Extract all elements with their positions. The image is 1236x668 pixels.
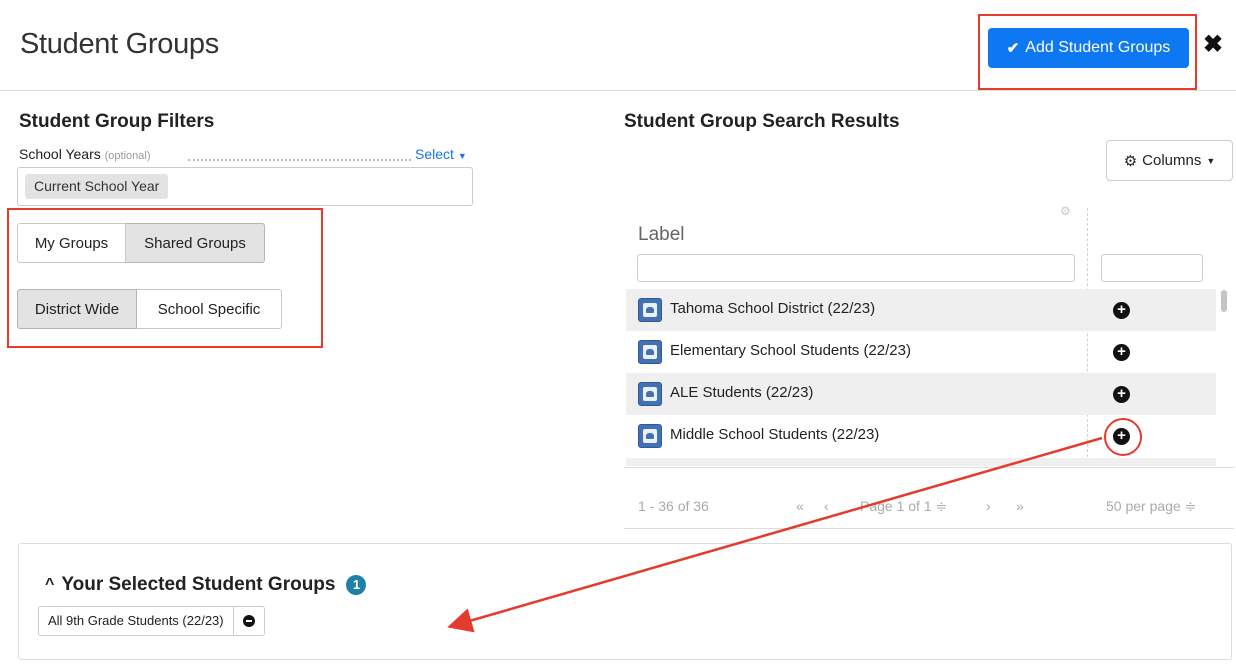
next-page-icon[interactable]: › bbox=[986, 498, 991, 514]
pager-divider bbox=[624, 467, 1234, 468]
remove-group-button[interactable] bbox=[232, 607, 264, 635]
chevron-up-icon: ^ bbox=[45, 576, 55, 593]
scrollbar-thumb[interactable] bbox=[1221, 290, 1227, 312]
page-select[interactable]: Page 1 of 1 ≑ bbox=[860, 498, 947, 515]
result-label: Tahoma School District (22/23) bbox=[670, 300, 876, 317]
selected-groups-heading[interactable]: ^ Your Selected Student Groups 1 bbox=[45, 574, 367, 596]
result-label: Elementary School Students (22/23) bbox=[670, 342, 911, 359]
last-page-icon[interactable]: » bbox=[1016, 498, 1024, 514]
close-icon[interactable]: ✖ bbox=[1203, 33, 1223, 57]
result-label: Middle School Students (22/23) bbox=[670, 426, 880, 443]
caret-down-icon: ▼ bbox=[1206, 155, 1216, 166]
add-circle-icon[interactable]: + bbox=[1113, 344, 1130, 361]
page-title: Student Groups bbox=[20, 28, 219, 60]
partial-row bbox=[626, 458, 1216, 466]
school-years-label: School Years (optional) bbox=[19, 146, 150, 162]
dotted-leader bbox=[188, 159, 411, 161]
header-divider bbox=[0, 90, 1236, 91]
selected-count-badge: 1 bbox=[346, 575, 367, 595]
previous-page-icon[interactable]: ‹ bbox=[824, 498, 829, 514]
first-page-icon[interactable]: « bbox=[796, 498, 804, 514]
selected-groups-panel bbox=[18, 543, 1232, 660]
group-icon bbox=[638, 298, 662, 322]
add-circle-icon[interactable]: + bbox=[1113, 386, 1130, 403]
minus-circle-icon bbox=[242, 615, 255, 627]
columns-button[interactable]: ⚙ Columns ▼ bbox=[1106, 140, 1233, 181]
filters-heading: Student Group Filters bbox=[19, 111, 215, 132]
caret-down-icon: ▼ bbox=[457, 151, 467, 161]
group-icon bbox=[638, 424, 662, 448]
result-row: ALE Students (22/23) + bbox=[626, 373, 1216, 415]
label-filter-input[interactable] bbox=[637, 254, 1075, 282]
add-circle-icon[interactable]: + bbox=[1113, 302, 1130, 319]
selected-groups-title: Your Selected Student Groups bbox=[61, 574, 336, 595]
selected-group-chip: All 9th Grade Students (22/23) bbox=[38, 606, 265, 636]
select-years-label: Select bbox=[415, 146, 454, 162]
results-scrollbar[interactable] bbox=[1218, 289, 1226, 464]
group-icon bbox=[638, 340, 662, 364]
optional-hint: (optional) bbox=[104, 150, 151, 162]
columns-label: Columns bbox=[1142, 152, 1202, 169]
result-row: Tahoma School District (22/23) + bbox=[626, 289, 1216, 331]
result-label: ALE Students (22/23) bbox=[670, 384, 814, 401]
group-icon bbox=[638, 382, 662, 406]
annotation-circle-add bbox=[1104, 418, 1142, 456]
results-heading: Student Group Search Results bbox=[624, 111, 900, 132]
label-column-header[interactable]: Label bbox=[638, 224, 685, 246]
select-years-dropdown[interactable]: Select ▼ bbox=[415, 146, 467, 162]
result-row: Elementary School Students (22/23) + bbox=[626, 331, 1216, 373]
annotation-highlight-add-button bbox=[978, 14, 1197, 90]
selected-group-label: All 9th Grade Students (22/23) bbox=[48, 613, 224, 628]
pager-bottom-divider bbox=[624, 528, 1234, 529]
school-years-text: School Years bbox=[19, 146, 101, 162]
grid-settings-icon[interactable]: ⚙ bbox=[1060, 204, 1071, 218]
per-page-select[interactable]: 50 per page ≑ bbox=[1106, 498, 1196, 515]
school-year-chip[interactable]: Current School Year bbox=[25, 174, 169, 199]
gear-icon: ⚙ bbox=[1123, 152, 1138, 170]
annotation-highlight-filters bbox=[7, 208, 323, 348]
action-filter-input[interactable] bbox=[1101, 254, 1203, 282]
result-count: 1 - 36 of 36 bbox=[638, 498, 709, 514]
